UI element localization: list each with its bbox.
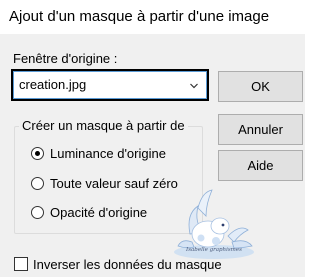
- svg-text:Isabelle graphismes: Isabelle graphismes: [185, 247, 242, 253]
- bunny-watermark-icon: Isabelle graphismes: [174, 189, 254, 259]
- help-button[interactable]: Aide: [218, 150, 303, 181]
- source-window-value: creation.jpg: [19, 77, 87, 92]
- title-bar: Ajout d'un masque à partir d'une image: [0, 0, 305, 34]
- radio-button[interactable]: [31, 177, 44, 190]
- radio-button[interactable]: [31, 206, 44, 219]
- radio-selected-dot: [35, 151, 40, 156]
- radio-label: Opacité d'origine: [50, 205, 148, 220]
- chevron-down-icon: [190, 83, 198, 89]
- mask-source-group-legend: Créer un masque à partir de: [19, 118, 188, 133]
- radio-label: Toute valeur sauf zéro: [50, 176, 178, 191]
- ok-button[interactable]: OK: [218, 71, 303, 102]
- mask-from-image-dialog: Ajout d'un masque à partir d'une image F…: [0, 0, 305, 277]
- radio-label: Luminance d'origine: [50, 146, 166, 161]
- invert-mask-checkbox[interactable]: [14, 257, 28, 271]
- source-window-label: Fenêtre d'origine :: [13, 51, 118, 66]
- source-window-dropdown[interactable]: creation.jpg: [11, 69, 209, 101]
- dialog-title: Ajout d'un masque à partir d'une image: [9, 8, 270, 25]
- cancel-button[interactable]: Annuler: [218, 114, 303, 145]
- radio-button[interactable]: [31, 147, 44, 160]
